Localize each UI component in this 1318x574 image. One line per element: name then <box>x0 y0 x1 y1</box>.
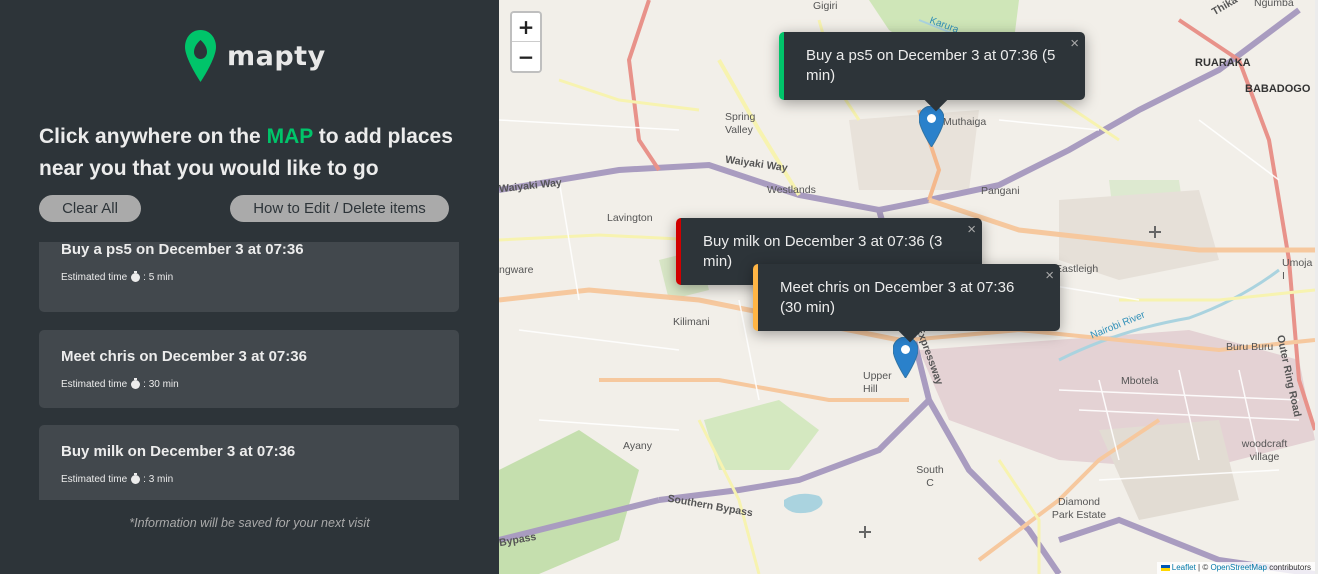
map-pin-logo-icon <box>185 30 216 82</box>
popup-close-button[interactable]: × <box>1045 266 1054 286</box>
map-label-muthaiga: Muthaiga <box>943 116 987 128</box>
map[interactable]: Gigiri Ngumba RUARAKA BABADOGO Spring Va… <box>499 0 1315 574</box>
workout-popup[interactable]: Buy a ps5 on December 3 at 07:36 (5 min)… <box>779 32 1085 112</box>
workout-title: Buy milk on December 3 at 07:36 <box>61 443 296 460</box>
stopwatch-icon <box>131 271 141 282</box>
workout-meta: Estimated time : 30 min <box>61 378 179 390</box>
map-label-ngware: ngware <box>499 264 534 276</box>
attribution-separator: | © <box>1198 563 1209 572</box>
stopwatch-icon <box>131 473 141 484</box>
save-footnote: *Information will be saved for your next… <box>129 516 370 530</box>
map-label-lavington: Lavington <box>607 212 653 224</box>
map-label-ruaraka: RUARAKA <box>1195 57 1251 69</box>
workout-title: Meet chris on December 3 at 07:36 <box>61 348 307 365</box>
intro-accent: MAP <box>266 125 313 148</box>
map-label-pangani: Pangani <box>981 185 1020 197</box>
estimated-time-value: : 30 min <box>143 379 179 390</box>
zoom-control: + − <box>510 11 542 73</box>
estimated-time-label: Estimated time <box>61 379 128 390</box>
popup-text: Buy a ps5 on December 3 at 07:36 (5 min) <box>806 47 1056 84</box>
workout-popup[interactable]: Meet chris on December 3 at 07:36 (30 mi… <box>753 264 1060 343</box>
map-label-gigiri: Gigiri <box>813 0 838 12</box>
map-label-kilimani: Kilimani <box>673 316 710 328</box>
popup-close-button[interactable]: × <box>1070 34 1079 54</box>
map-label-babadogo: BABADOGO <box>1245 83 1311 95</box>
map-label-ngumba: Ngumba <box>1254 0 1294 9</box>
map-label-buru-buru: Buru Buru <box>1226 341 1274 353</box>
intro-text: Click anywhere on the MAP to add places … <box>39 121 469 185</box>
estimated-time-label: Estimated time <box>61 272 128 283</box>
workout-card[interactable]: Buy a ps5 on December 3 at 07:36 Estimat… <box>39 242 459 312</box>
zoom-in-button[interactable]: + <box>512 13 540 42</box>
workout-card[interactable]: Meet chris on December 3 at 07:36 Estima… <box>39 330 459 408</box>
map-label-ayany: Ayany <box>623 440 652 452</box>
workout-meta: Estimated time : 5 min <box>61 271 174 283</box>
workout-title: Buy a ps5 on December 3 at 07:36 <box>61 242 304 258</box>
openstreetmap-link[interactable]: OpenStreetMap <box>1210 563 1266 572</box>
estimated-time-label: Estimated time <box>61 474 128 485</box>
map-label-diamond-park-estate: Diamond Park Estate <box>1051 496 1107 521</box>
logo: mapty <box>184 28 326 84</box>
estimated-time-value: : 5 min <box>143 272 174 283</box>
map-label-upper-hill: Upper Hill <box>863 370 892 395</box>
map-label-umoja: Umoja I <box>1282 257 1313 282</box>
popup-close-button[interactable]: × <box>967 220 976 240</box>
estimated-time-value: : 3 min <box>143 474 174 485</box>
attribution-tail: contributors <box>1269 563 1311 572</box>
map-attribution: Leaflet | © OpenStreetMap contributors <box>1156 562 1315 574</box>
workout-meta: Estimated time : 3 min <box>61 473 174 485</box>
clear-all-button[interactable]: Clear All <box>39 195 141 222</box>
zoom-out-button[interactable]: − <box>512 42 540 71</box>
logo-text: mapty <box>227 40 326 72</box>
workout-list: Buy a ps5 on December 3 at 07:36 Estimat… <box>39 242 459 500</box>
leaflet-link[interactable]: Leaflet <box>1172 563 1196 572</box>
map-label-eastleigh: Eastleigh <box>1055 263 1099 275</box>
stopwatch-icon <box>131 378 141 389</box>
workout-card[interactable]: Buy milk on December 3 at 07:36 Estimate… <box>39 425 459 500</box>
map-label-woodcraft-village: woodcraft village <box>1241 438 1288 463</box>
map-label-south-c: South C <box>916 464 944 489</box>
map-label-mbotela: Mbotela <box>1121 375 1159 387</box>
how-to-edit-button[interactable]: How to Edit / Delete items <box>230 195 449 222</box>
map-marker-icon[interactable] <box>919 106 944 147</box>
intro-before: Click anywhere on the <box>39 125 267 148</box>
sidebar: mapty Click anywhere on the MAP to add p… <box>0 0 499 574</box>
map-marker-icon[interactable] <box>893 337 918 378</box>
map-label-spring-valley: Spring Valley <box>725 111 756 136</box>
ukraine-flag-icon <box>1160 564 1170 571</box>
map-label-westlands: Westlands <box>767 184 816 196</box>
popup-text: Meet chris on December 3 at 07:36 (30 mi… <box>780 279 1015 316</box>
